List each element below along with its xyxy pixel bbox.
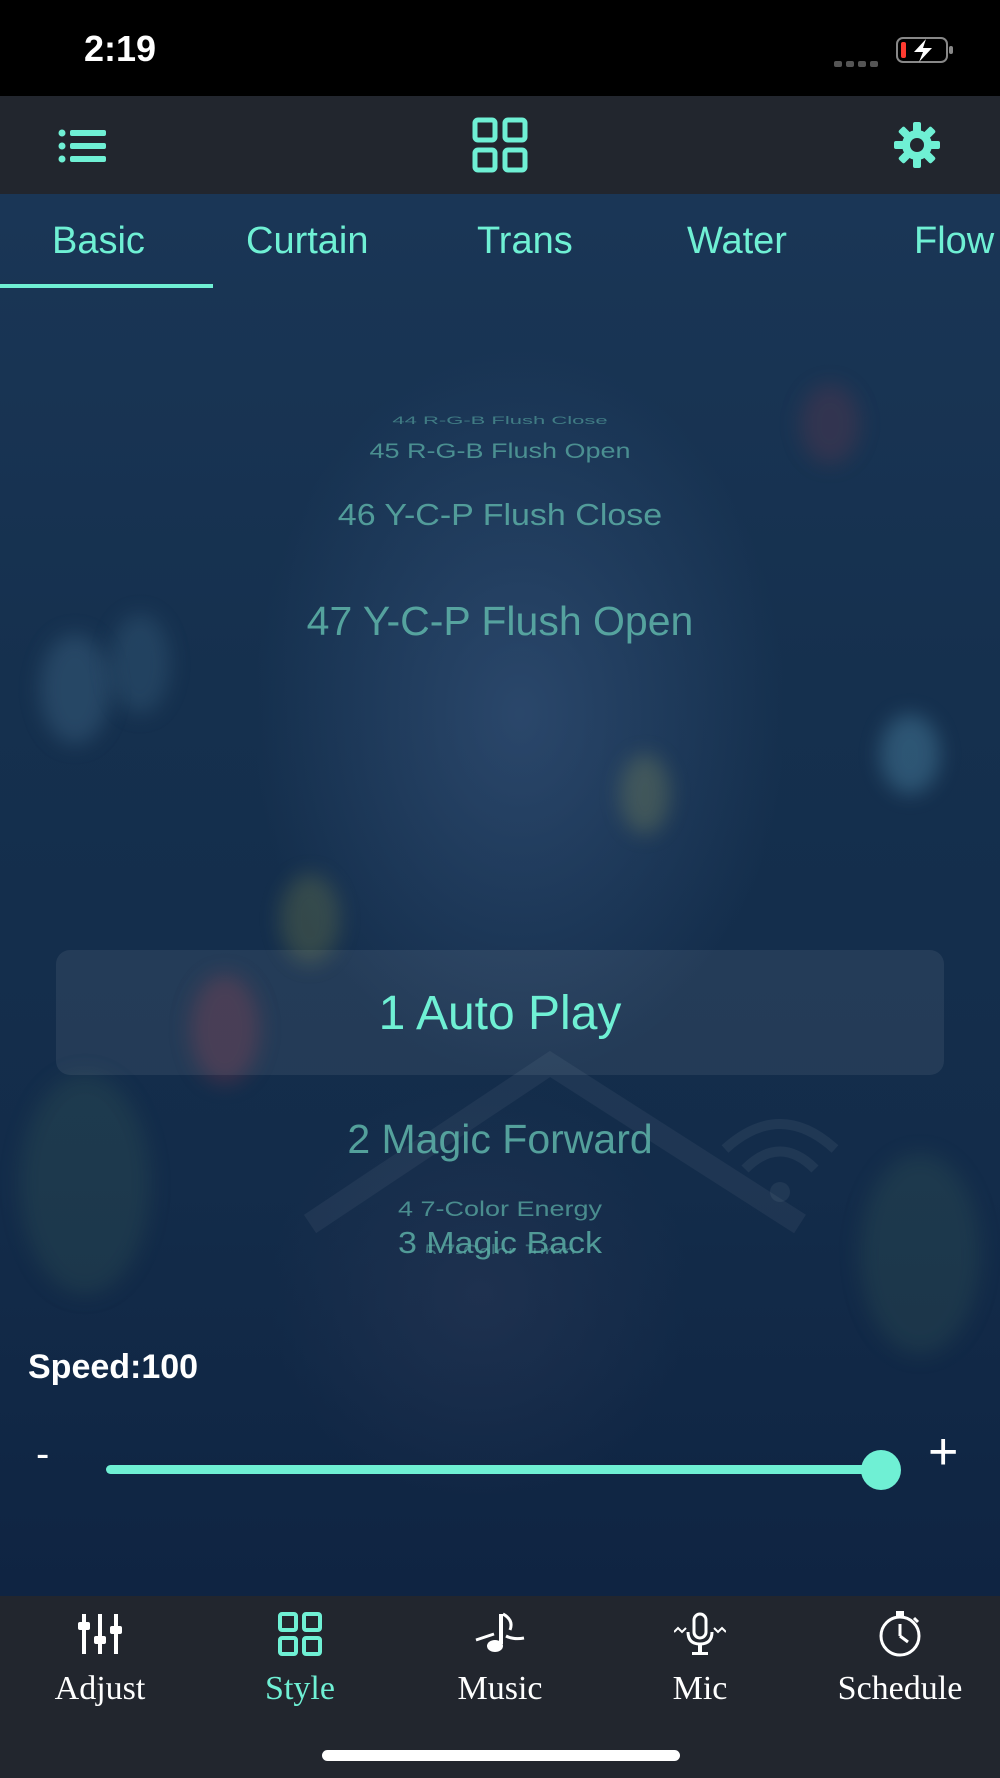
stopwatch-icon (879, 1611, 921, 1657)
nav-label: Schedule (837, 1670, 963, 1707)
nav-label: Music (457, 1670, 543, 1707)
picker-item[interactable]: 46 Y-C-P Flush Close (0, 498, 1000, 533)
speed-decrease-button[interactable]: - (36, 1432, 49, 1477)
music-note-icon (475, 1612, 525, 1652)
picker-item-selected[interactable]: 1 Auto Play (0, 986, 1000, 1041)
grid-icon (278, 1612, 322, 1656)
tab-trans[interactable]: Trans (477, 220, 573, 263)
tab-basic[interactable]: Basic (52, 220, 145, 263)
active-tab-underline (0, 284, 213, 288)
nav-label: Style (265, 1670, 335, 1707)
nav-style[interactable]: Style (200, 1610, 400, 1708)
nav-schedule[interactable]: Schedule (800, 1610, 1000, 1708)
picker-item[interactable]: 2 Magic Forward (0, 1116, 1000, 1163)
speed-label: Speed:100 (28, 1348, 199, 1386)
picker-item[interactable]: 4 7-Color Energy (0, 1197, 1000, 1221)
nav-adjust[interactable]: Adjust (0, 1610, 200, 1708)
picker-item[interactable]: 5 7-Color Jump (0, 1240, 1000, 1254)
microphone-icon (674, 1612, 726, 1655)
nav-mic[interactable]: Mic (600, 1610, 800, 1708)
speed-slider-thumb[interactable] (861, 1450, 901, 1490)
main-area: Basic Curtain Trans Water Flow 44 R-G-B … (0, 194, 1000, 1596)
tab-flow[interactable]: Flow (914, 220, 994, 263)
style-tabs: Basic Curtain Trans Water Flow (0, 194, 1000, 290)
battery-charging-icon (896, 37, 953, 63)
picker-item[interactable]: 45 R-G-B Flush Open (0, 439, 1000, 463)
sliders-icon (78, 1614, 122, 1654)
nav-label: Adjust (54, 1670, 146, 1707)
picker-item[interactable]: 44 R-G-B Flush Close (0, 414, 1000, 424)
speed-increase-button[interactable]: + (928, 1426, 958, 1478)
top-bar (0, 96, 1000, 195)
status-bar: 2:19 (0, 0, 1000, 96)
nav-music[interactable]: Music (400, 1610, 600, 1708)
signal-icon (834, 54, 882, 67)
nav-label: Mic (672, 1670, 728, 1707)
home-indicator (322, 1750, 680, 1761)
picker-item[interactable]: 47 Y-C-P Flush Open (0, 598, 1000, 645)
status-time: 2:19 (84, 28, 157, 69)
tab-curtain[interactable]: Curtain (246, 220, 369, 263)
tab-water[interactable]: Water (687, 220, 787, 263)
menu-list-icon[interactable] (54, 116, 112, 174)
speed-slider-track[interactable] (106, 1465, 881, 1474)
grid-icon[interactable] (471, 116, 529, 174)
style-picker[interactable]: 44 R-G-B Flush Close 45 R-G-B Flush Open… (0, 414, 1000, 1264)
gear-icon[interactable] (888, 116, 946, 174)
